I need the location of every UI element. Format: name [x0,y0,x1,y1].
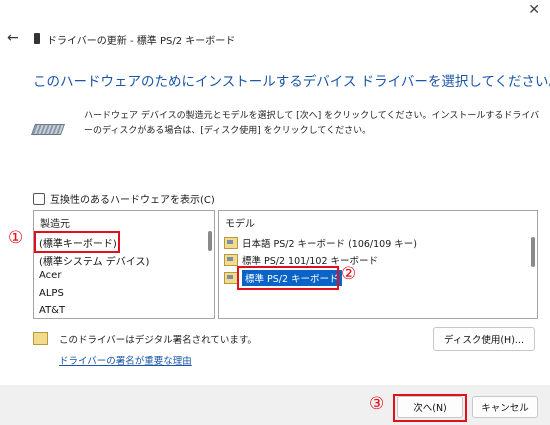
compat-hardware-checkbox[interactable]: 互換性のあるハードウェアを表示(C) [33,191,215,206]
driver-icon [224,237,238,249]
signature-text: このドライバーはデジタル署名されています。 [59,335,257,346]
model-item[interactable]: 日本語 PS/2 キーボード (106/109 キー) [224,236,417,250]
page-heading: このハードウェアのためにインストールするデバイス ドライバーを選択してください。 [33,74,550,90]
keyboard-icon [30,124,66,135]
model-scrollbar[interactable] [531,217,535,312]
manufacturer-scroll-thumb[interactable] [208,231,212,251]
model-listbox[interactable]: モデル 日本語 PS/2 キーボード (106/109 キー) 標準 PS/2 … [218,210,538,319]
manufacturer-listbox[interactable]: 製造元 (標準キーボード) (標準システム デバイス) Acer ALPS AT… [33,210,215,319]
model-scroll-thumb[interactable] [531,237,535,267]
manufacturer-scrollbar[interactable] [208,217,212,312]
close-icon[interactable]: ✕ [528,2,540,18]
cancel-button[interactable]: キャンセル [472,396,538,418]
manufacturer-item[interactable]: AT&T [39,305,65,316]
checkbox-box[interactable] [33,192,45,205]
signature-info-link[interactable]: ドライバーの署名が重要な理由 [59,353,192,367]
signature-icon [33,332,48,345]
model-item-label: 標準 PS/2 101/102 キーボード [242,256,379,267]
manufacturer-item[interactable]: ALPS [39,288,64,299]
back-arrow-icon[interactable]: ← [7,30,19,46]
model-header: モデル [225,219,255,230]
annotation-step-2: ② [341,264,357,284]
have-disk-button[interactable]: ディスク使用(H)... [433,327,535,351]
annotation-step-3: ③ [369,394,385,414]
description-text: ハードウェア デバイスの製造元とモデルを選択して [次へ] をクリックしてくださ… [84,111,540,136]
manufacturer-item[interactable]: (標準システム デバイス) [39,253,149,268]
annotation-step-1: ① [8,228,24,248]
dialog-footer [0,385,550,425]
manufacturer-item[interactable]: Acer [39,270,61,281]
manufacturer-header: 製造元 [40,219,70,230]
window-title: ドライバーの更新 - 標準 PS/2 キーボード [47,36,236,47]
device-icon [34,33,40,44]
driver-icon [224,272,238,284]
annotation-highlight-model [237,266,339,290]
annotation-highlight-manufacturer [34,231,120,253]
model-item-label: 日本語 PS/2 キーボード (106/109 キー) [242,239,417,250]
annotation-highlight-next [393,394,467,422]
driver-icon [224,254,238,266]
compat-checkbox-label: 互換性のあるハードウェアを表示(C) [50,195,215,206]
